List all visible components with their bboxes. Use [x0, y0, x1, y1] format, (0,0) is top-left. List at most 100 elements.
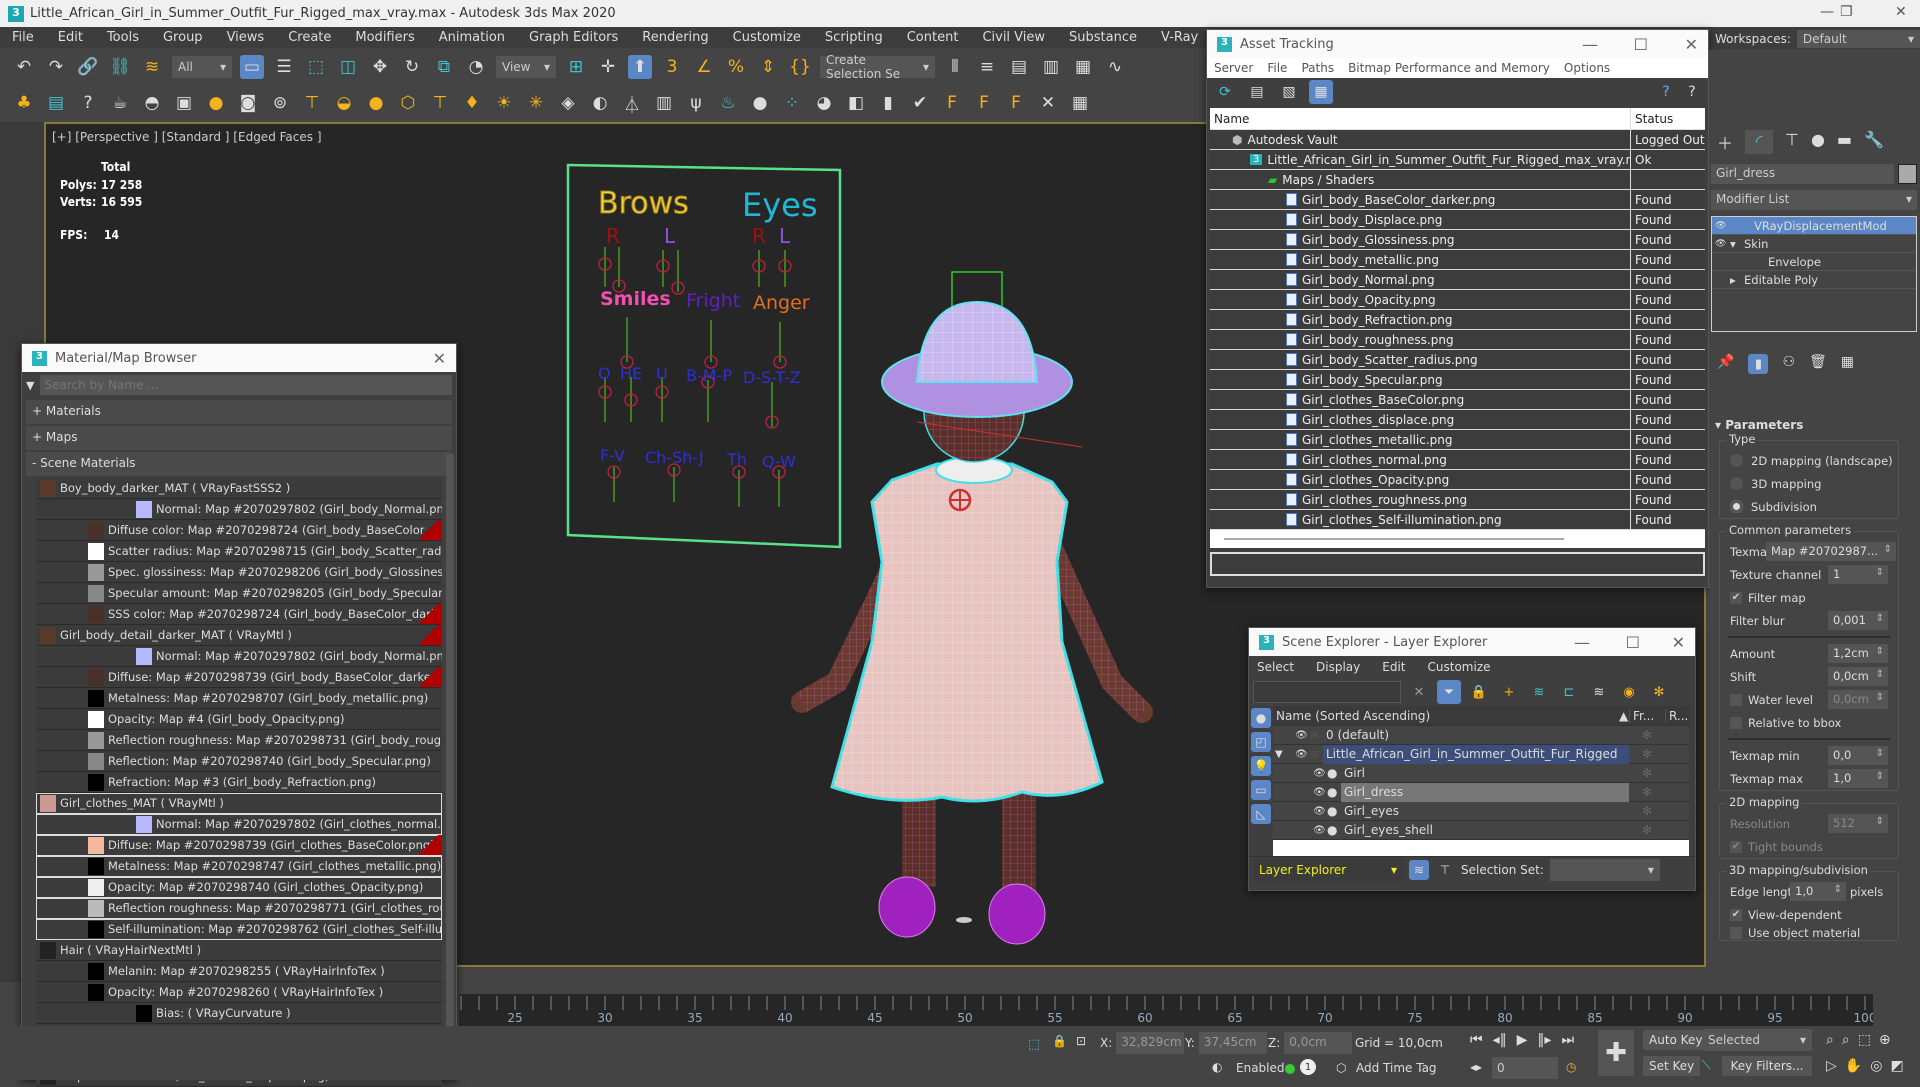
- frame-buffer2-icon[interactable]: F: [972, 91, 996, 115]
- visibility-eye-icon[interactable]: 👁: [1295, 749, 1309, 760]
- workspaces-dropdown[interactable]: Default ▾: [1796, 30, 1920, 48]
- help-icon[interactable]: ?: [76, 91, 100, 115]
- list-view-icon[interactable]: ▤: [1245, 80, 1269, 104]
- menu-file[interactable]: File: [0, 30, 46, 45]
- align-icon[interactable]: ≡: [975, 55, 999, 79]
- camera-icon[interactable]: ◙: [236, 91, 260, 115]
- asset-menu-file[interactable]: File: [1260, 61, 1294, 75]
- zoom-extents-icon[interactable]: ⬚: [1858, 1032, 1871, 1048]
- select-by-name-icon[interactable]: ☰: [272, 55, 296, 79]
- material-item[interactable]: Hair ( VRayHairNextMtl ): [36, 940, 442, 961]
- menu-group[interactable]: Group: [151, 30, 215, 45]
- zoom-all-icon[interactable]: ⌕: [1842, 1032, 1850, 1048]
- freeze-layer-icon[interactable]: ✻: [1647, 680, 1671, 704]
- ies-light-icon[interactable]: ⊤: [428, 91, 452, 115]
- texture-channel-spinner[interactable]: 1: [1828, 565, 1888, 584]
- hide-layer-icon[interactable]: ◉: [1617, 680, 1641, 704]
- named-selection-dropdown[interactable]: Create Selection Se ▾: [820, 53, 935, 81]
- x-coordinate-field[interactable]: 32,829cm: [1116, 1032, 1185, 1054]
- material-editor-icon[interactable]: ⁘: [780, 91, 804, 115]
- utilities-tab-icon[interactable]: 🔧: [1864, 130, 1884, 154]
- map-item[interactable]: Diffuse: Map #2070298739 (Girl_body_Base…: [36, 667, 442, 688]
- map-item[interactable]: Melanin: Map #2070298255 ( VRayHairInfoT…: [36, 961, 442, 982]
- asset-row[interactable]: 3 Little_African_Girl_in_Summer_Outfit_Fu…: [1210, 150, 1705, 170]
- vault-help-icon[interactable]: ?: [1654, 80, 1678, 104]
- create-layer-icon[interactable]: +: [1497, 680, 1521, 704]
- asset-row[interactable]: Girl_body_Glossiness.png Found: [1210, 230, 1705, 250]
- map-item[interactable]: Diffuse color: Map #2070298724 (Girl_bod…: [36, 520, 442, 541]
- motion-tab-icon[interactable]: ●: [1811, 130, 1825, 154]
- asset-row[interactable]: Girl_body_roughness.png Found: [1210, 330, 1705, 350]
- path-field[interactable]: [1210, 552, 1705, 576]
- scene-explorer-icon[interactable]: ▤: [1007, 55, 1031, 79]
- set-key-big-button[interactable]: ✚: [1598, 1030, 1634, 1076]
- pin-stack-icon[interactable]: 📌: [1717, 354, 1734, 374]
- freeze-icon[interactable]: ✻: [1629, 785, 1665, 799]
- ribbon-icon[interactable]: ▦: [1071, 55, 1095, 79]
- tools-icon[interactable]: ✕: [1036, 91, 1060, 115]
- display-geometry-icon[interactable]: ●: [1251, 708, 1271, 728]
- current-frame-spinner[interactable]: 0: [1492, 1057, 1558, 1079]
- freeze-icon[interactable]: ✻: [1629, 804, 1665, 818]
- minimize-icon[interactable]: —: [1574, 633, 1590, 652]
- rect-selection-icon[interactable]: ⬚: [304, 55, 328, 79]
- modifier-stack-item[interactable]: ▸ Editable Poly: [1712, 271, 1916, 289]
- go-to-start-icon[interactable]: ⏮: [1470, 1032, 1483, 1048]
- asset-menu-paths[interactable]: Paths: [1294, 61, 1341, 75]
- set-key-button[interactable]: Set Key: [1643, 1056, 1701, 1076]
- render-setup-icon[interactable]: ◕: [812, 91, 836, 115]
- configure-sets-icon[interactable]: ▦: [1841, 354, 1854, 374]
- make-unique-icon[interactable]: ⚇: [1782, 354, 1795, 374]
- column-frozen[interactable]: Fr...: [1629, 708, 1665, 723]
- map-item[interactable]: Diffuse: Map #2070298739 (Girl_clothes_B…: [36, 835, 442, 856]
- mesh-light-icon[interactable]: ⬡: [396, 91, 420, 115]
- spot-light-icon[interactable]: ⊤: [300, 91, 324, 115]
- expand-triangle-icon[interactable]: ▸: [1730, 273, 1744, 287]
- close-icon[interactable]: ✕: [1672, 633, 1685, 652]
- vray-icon[interactable]: ✔: [908, 91, 932, 115]
- visibility-eye-icon[interactable]: 👁: [1313, 806, 1327, 817]
- visibility-eye-icon[interactable]: 👁: [1313, 825, 1327, 836]
- remove-modifier-icon[interactable]: 🗑: [1809, 354, 1827, 374]
- show-end-result-icon[interactable]: ▮: [1748, 354, 1769, 374]
- proxy-icon[interactable]: ◈: [556, 91, 580, 115]
- texmap-max-spinner[interactable]: 1,0: [1828, 769, 1888, 788]
- sun-icon[interactable]: ☀: [492, 91, 516, 115]
- frame-buffer3-icon[interactable]: F: [1004, 91, 1028, 115]
- close-icon[interactable]: ✕: [433, 349, 446, 368]
- explorer-mode-dropdown[interactable]: Layer Explorer ▾: [1253, 858, 1403, 881]
- menu-edit[interactable]: Edit: [46, 30, 95, 45]
- asset-row[interactable]: Girl_clothes_Opacity.png Found: [1210, 470, 1705, 490]
- resolution-spinner[interactable]: 512: [1828, 814, 1888, 833]
- section-scene-materials[interactable]: - Scene Materials: [26, 452, 452, 476]
- scene-menu-customize[interactable]: Customize: [1428, 660, 1491, 674]
- selection-filter-dropdown[interactable]: All ▾: [172, 56, 232, 78]
- menu-modifiers[interactable]: Modifiers: [343, 30, 426, 45]
- object-name-field[interactable]: Girl_dress: [1711, 164, 1894, 184]
- texmap-button[interactable]: Map #20702987...: [1766, 542, 1896, 561]
- sky-icon[interactable]: ✳: [524, 91, 548, 115]
- map-item[interactable]: Opacity: Map #2070298260 ( VRayHairInfoT…: [36, 982, 442, 1003]
- orbit-icon[interactable]: ◎: [1870, 1058, 1882, 1074]
- select-object-icon[interactable]: ▭: [240, 55, 264, 79]
- time-tag-icon[interactable]: 1: [1300, 1059, 1316, 1075]
- eye-icon[interactable]: 👁: [1712, 239, 1730, 249]
- light-icon[interactable]: ●: [204, 91, 228, 115]
- asset-row[interactable]: Girl_clothes_metallic.png Found: [1210, 430, 1705, 450]
- map-item[interactable]: Reflection: Map #2070298740 (Girl_body_S…: [36, 751, 442, 772]
- asset-row[interactable]: Girl_body_Opacity.png Found: [1210, 290, 1705, 310]
- time-configuration-icon[interactable]: ◷: [1566, 1060, 1576, 1074]
- tight-bounds-checkbox[interactable]: ✔: [1730, 840, 1742, 853]
- default-tangents-icon[interactable]: ⟍: [1702, 1058, 1710, 1073]
- menu-content[interactable]: Content: [895, 30, 971, 45]
- type-option-2[interactable]: Subdivision: [1720, 495, 1898, 518]
- asset-row[interactable]: ⬢ Autodesk Vault Logged Out ...: [1210, 130, 1705, 150]
- modifier-stack-item[interactable]: 👁 VRayDisplacementMod: [1712, 217, 1916, 235]
- plane-icon[interactable]: ⏃: [620, 91, 644, 116]
- scene-menu-edit[interactable]: Edit: [1382, 660, 1405, 674]
- create-tab-icon[interactable]: ＋: [1717, 130, 1733, 154]
- column-render[interactable]: R...: [1665, 708, 1689, 723]
- expand-triangle-icon[interactable]: ▼: [1273, 749, 1287, 760]
- absolute-mode-icon[interactable]: ⊡: [1076, 1034, 1086, 1048]
- pivot-icon[interactable]: ⊞: [564, 55, 588, 79]
